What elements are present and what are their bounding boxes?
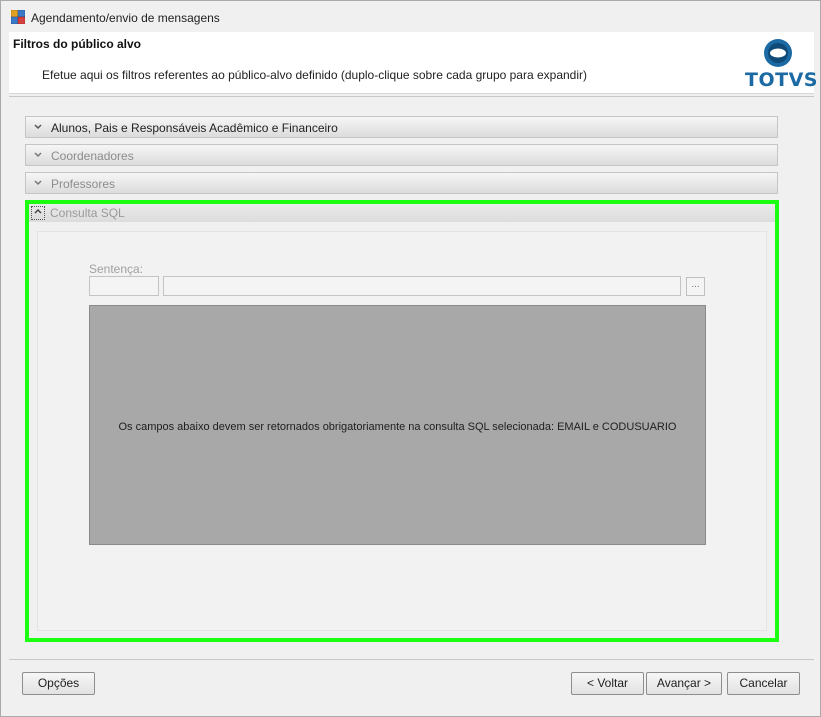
group-consulta-sql-header[interactable]: Consulta SQL [29,204,775,222]
group-label: Coordenadores [51,149,134,163]
sentenca-name-input[interactable] [163,276,681,296]
back-button[interactable]: < Voltar [571,672,644,695]
cancel-button[interactable]: Cancelar [727,672,800,695]
chevron-down-icon [34,152,42,158]
page-description: Efetue aqui os filtros referentes ao púb… [42,68,587,82]
chevron-down-icon [34,180,42,186]
group-label: Professores [51,177,116,191]
logo-wordmark: TOTVS [745,69,818,91]
wizard-window: Agendamento/envio de mensagens Filtros d… [0,0,821,717]
group-coordenadores[interactable]: Coordenadores [25,144,778,166]
browse-sentenca-button[interactable]: ... [686,277,705,296]
header-divider [9,96,814,97]
footer-divider [9,659,814,660]
options-button[interactable]: Opções [22,672,95,695]
sql-required-fields-message: Os campos abaixo devem ser retornados ob… [118,421,677,433]
consulta-sql-content: Sentença: ... Os campos abaixo devem ser… [37,231,767,631]
title-bar: Agendamento/envio de mensagens [1,1,820,31]
wizard-header: Filtros do público alvo Efetue aqui os f… [9,32,818,94]
app-window-icon [11,10,25,24]
group-consulta-sql: Consulta SQL Sentença: ... Os campos aba… [25,200,779,642]
chevron-down-icon [34,124,42,130]
sql-message-panel: Os campos abaixo devem ser retornados ob… [89,305,706,545]
group-label: Consulta SQL [50,206,125,220]
sentenca-label: Sentença: [89,262,144,276]
page-title: Filtros do público alvo [13,37,142,51]
window-title: Agendamento/envio de mensagens [31,11,220,25]
chevron-up-icon[interactable] [31,206,45,220]
next-button[interactable]: Avançar > [646,672,722,695]
group-alunos-pais-responsaveis[interactable]: Alunos, Pais e Responsáveis Acadêmico e … [25,116,778,138]
group-label: Alunos, Pais e Responsáveis Acadêmico e … [51,121,338,135]
group-professores[interactable]: Professores [25,172,778,194]
sentenca-code-input[interactable] [89,276,159,296]
totvs-logo-icon [764,39,792,67]
totvs-logo: TOTVS [745,36,818,91]
